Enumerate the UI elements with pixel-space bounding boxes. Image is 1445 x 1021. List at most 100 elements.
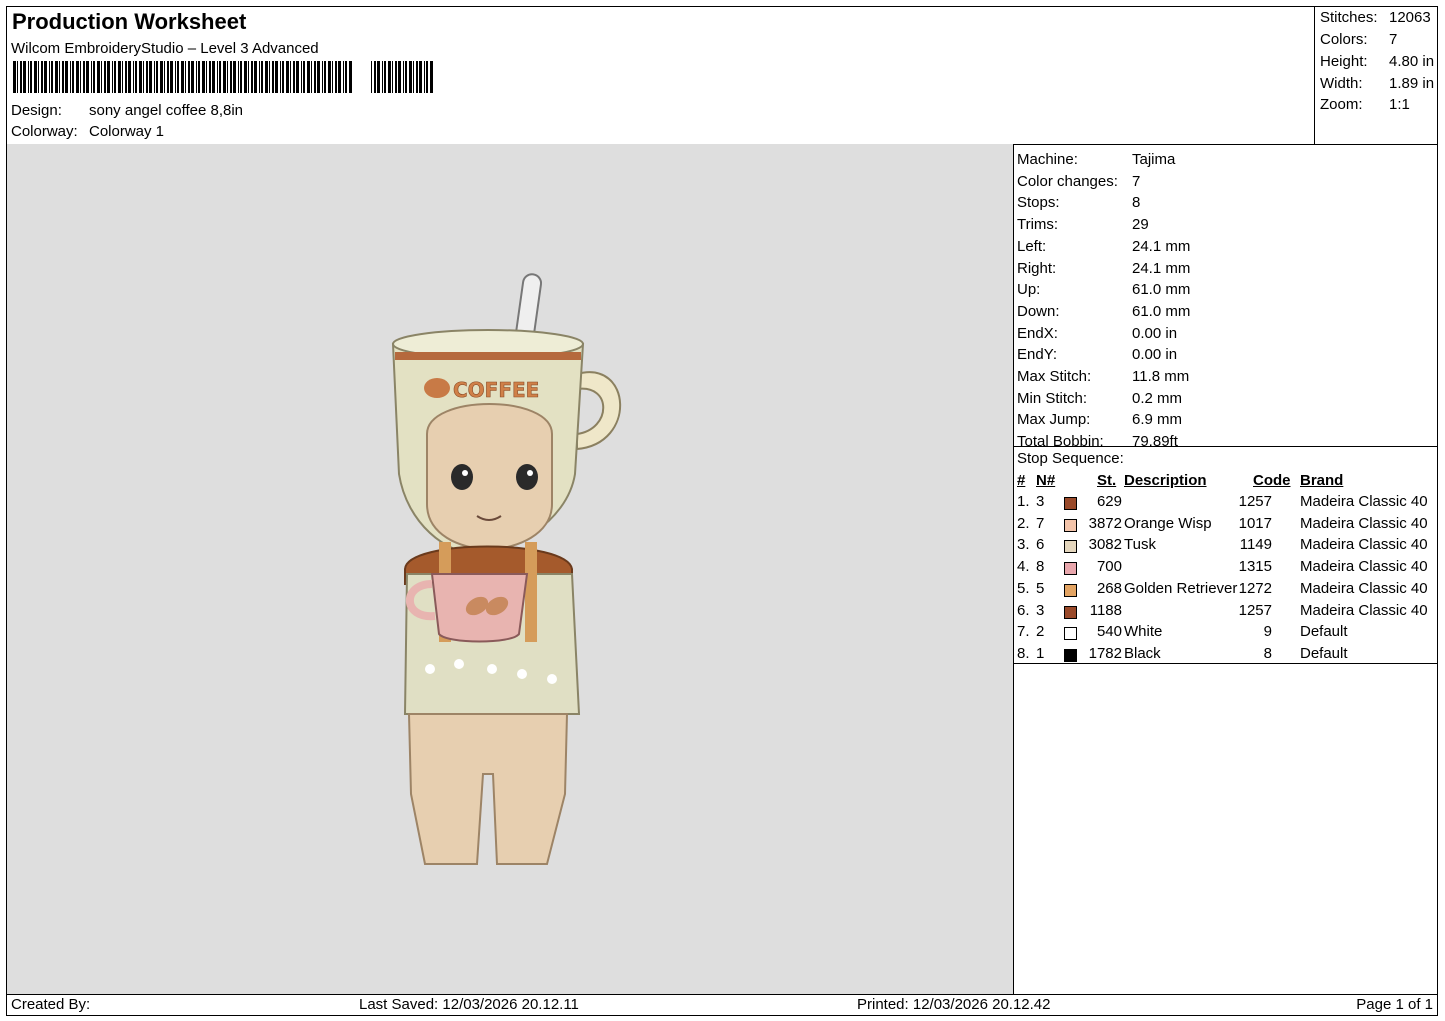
thread-brand: Madeira Classic 40	[1300, 579, 1428, 597]
stat-label: Colors:	[1320, 31, 1368, 48]
page-number: Page 1 of 1	[1356, 996, 1433, 1013]
thread-code: 1315	[1238, 558, 1272, 576]
stat-label: Width:	[1320, 75, 1363, 92]
stitch-count: 268	[1096, 579, 1122, 597]
thread-code: 8	[1263, 644, 1272, 662]
mug-stripe	[395, 352, 581, 360]
color-swatch	[1064, 583, 1077, 597]
thread-brand: Madeira Classic 40	[1300, 558, 1428, 576]
thread-brand: Default	[1300, 644, 1348, 662]
last-saved: Last Saved: 12/03/2026 20.12.11	[359, 996, 579, 1013]
colorway-label: Colorway:	[11, 123, 78, 140]
apron-dot	[454, 659, 464, 669]
stat-label: Zoom:	[1320, 96, 1363, 113]
worksheet: Production Worksheet Wilcom EmbroiderySt…	[6, 6, 1438, 1016]
mug-handle	[576, 371, 622, 451]
spec-row: Left: 24.1 mm	[1017, 237, 1190, 255]
design-value: sony angel coffee 8,8in	[89, 102, 244, 119]
stat-width: Width: 1.89 in	[1320, 75, 1438, 92]
stat-label: Stitches:	[1320, 9, 1378, 26]
table-row: 5. 5 268 Golden Retriever 1272 Madeira Classi…	[1014, 580, 1437, 601]
spec-value: 24.1 mm	[1132, 237, 1191, 255]
design-row: Design: sony angel coffee 8,8in	[11, 102, 243, 119]
spec-value: 29	[1132, 216, 1149, 234]
machine-spec: Machine: Tajima Color changes: 7 Stops: 8 Trim…	[1014, 144, 1437, 450]
needle-number: 6	[1036, 536, 1045, 554]
thread-code: 1257	[1238, 601, 1272, 619]
worksheet-header: Production Worksheet Wilcom EmbroiderySt…	[7, 7, 1437, 145]
created-by: Created By:	[11, 996, 91, 1013]
spec-row: Max Stitch: 11.8 mm	[1017, 368, 1189, 385]
barcode	[13, 61, 433, 93]
stat-zoom: Zoom: 1:1	[1320, 96, 1438, 113]
spec-label: Left:	[1017, 237, 1047, 255]
color-swatch	[1064, 648, 1077, 662]
spec-row: EndX: 0.00 in	[1017, 324, 1177, 342]
thread-code: 9	[1263, 623, 1272, 641]
spec-label: Max Stitch:	[1017, 368, 1092, 385]
spec-row: EndY: 0.00 in	[1017, 346, 1177, 364]
apron-dot	[517, 669, 527, 679]
stop-index: 3.	[1017, 536, 1030, 554]
stitch-count: 3872	[1088, 514, 1122, 532]
spec-label: Color changes:	[1017, 172, 1118, 190]
spec-row: Max Jump: 6.9 mm	[1017, 411, 1182, 428]
color-swatch	[1064, 562, 1077, 576]
spec-value: 6.9 mm	[1132, 411, 1183, 429]
left-eye	[451, 464, 473, 490]
spec-label: EndY:	[1017, 346, 1058, 364]
design-preview: COFFEE	[7, 144, 1014, 994]
info-panel: Machine: Tajima Color changes: 7 Stops: 8 Trim…	[1014, 144, 1437, 994]
worksheet-title: Production Worksheet	[12, 9, 247, 34]
spec-value: 7	[1132, 172, 1141, 190]
eye-highlight	[527, 470, 533, 476]
needle-number: 8	[1036, 558, 1045, 576]
stop-index: 2.	[1017, 514, 1030, 532]
colorway-row: Colorway: Colorway 1	[11, 123, 164, 140]
right-eye	[516, 464, 538, 490]
stitch-count: 700	[1096, 558, 1122, 576]
stat-height: Height: 4.80 in	[1320, 53, 1438, 70]
spec-value: 0.2 mm	[1132, 389, 1183, 407]
spec-row: Machine: Tajima	[1017, 151, 1175, 168]
stop-index: 6.	[1017, 601, 1030, 619]
stop-index: 8.	[1017, 644, 1030, 662]
table-row: 6. 3 1188 1257 Madeira Classic 40	[1014, 602, 1437, 623]
stat-colors: Colors: 7	[1320, 31, 1438, 48]
table-row: 4. 8 700 1315 Madeira Classic 40	[1014, 558, 1437, 579]
stat-value: 1.89 in	[1389, 75, 1435, 92]
coffee-bean-icon	[424, 378, 450, 398]
stitch-count: 629	[1096, 493, 1122, 510]
needle-number: 7	[1036, 514, 1045, 532]
thread-code: 1149	[1239, 536, 1272, 554]
mug-text: COFFEE	[453, 378, 539, 402]
spec-row: Up: 61.0 mm	[1017, 281, 1190, 299]
thread-brand: Madeira Classic 40	[1300, 493, 1428, 510]
thread-description: Tusk	[1124, 536, 1156, 554]
color-swatch	[1064, 605, 1077, 619]
apron-dot	[425, 664, 435, 674]
stitch-count: 1782	[1088, 644, 1122, 662]
software-name: Wilcom EmbroideryStudio – Level 3 Advanc…	[11, 40, 319, 57]
apron-strap-right	[525, 542, 537, 642]
needle-number: 2	[1036, 623, 1045, 641]
stop-index: 1.	[1017, 493, 1030, 510]
spec-row: Right: 24.1 mm	[1017, 260, 1190, 277]
spec-label: Machine:	[1017, 151, 1078, 168]
spec-label: Up:	[1017, 281, 1041, 299]
thread-description: Orange Wisp	[1124, 514, 1212, 532]
stop-index: 4.	[1017, 558, 1030, 576]
spec-label: Trims:	[1017, 216, 1059, 234]
table-row: 1. 3 629 1257 Madeira Classic 40	[1014, 493, 1437, 514]
eye-highlight	[462, 470, 468, 476]
spec-row: Stops: 8	[1017, 194, 1140, 211]
col-header-brand: Brand	[1300, 472, 1344, 489]
stitch-count: 3082	[1088, 536, 1122, 554]
thread-code: 1257	[1238, 493, 1272, 510]
spec-label: EndX:	[1017, 324, 1058, 342]
stat-label: Height:	[1320, 53, 1368, 70]
needle-number: 1	[1036, 644, 1045, 662]
table-row: 2. 7 3872 Orange Wisp 1017 Madeira Classic 40	[1014, 515, 1437, 536]
stat-value: 1:1	[1389, 96, 1410, 113]
table-row: 7. 2 540 White 9 Default	[1014, 623, 1437, 644]
